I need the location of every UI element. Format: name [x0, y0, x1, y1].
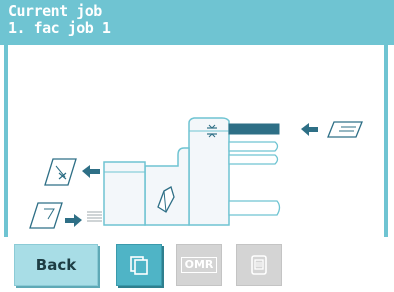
machine-panel: [4, 45, 388, 237]
envelope-input-icon: [29, 202, 63, 229]
reject-arrow-icon: [82, 165, 100, 178]
back-button[interactable]: Back: [14, 244, 98, 286]
output-stack: [87, 211, 102, 222]
input-document-icon: [327, 121, 363, 138]
page-title: Current job: [8, 2, 102, 20]
multi-sheet-icon: [130, 256, 148, 275]
omr-icon: OMR: [180, 257, 218, 273]
machine-diagram: [29, 117, 363, 229]
feeder-tray-2[interactable]: [228, 141, 279, 152]
feeder-tray-3[interactable]: [228, 154, 279, 165]
feeder-tray-1[interactable]: [228, 123, 280, 135]
scan-button[interactable]: [236, 244, 282, 286]
scan-code-icon: [251, 255, 267, 275]
envelope-feeder-tray[interactable]: [228, 200, 281, 216]
omr-button[interactable]: OMR: [176, 244, 222, 286]
title-bar: Current job 1. fac job 1: [0, 0, 394, 45]
sheets-button[interactable]: [116, 244, 162, 286]
envelope-arrow-icon: [65, 214, 82, 227]
folding-unit: [144, 147, 190, 226]
reject-envelope-icon: [44, 158, 77, 186]
job-name: 1. fac job 1: [8, 19, 111, 37]
exit-unit: [103, 161, 146, 226]
button-bar: Back OMR: [0, 237, 394, 292]
feed-arrow-icon: [301, 123, 318, 136]
